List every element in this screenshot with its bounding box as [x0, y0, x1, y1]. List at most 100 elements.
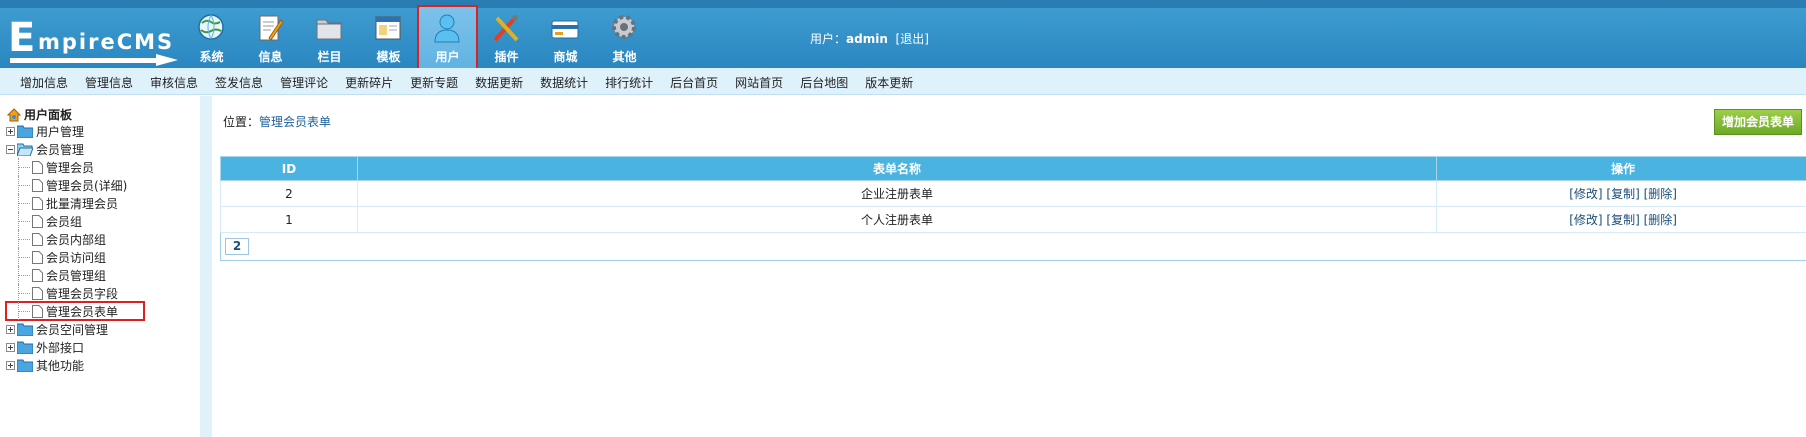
tree-leaf-member-access-groups[interactable]: 会员访问组 [6, 248, 196, 266]
nav-version-update[interactable]: 版本更新 [865, 74, 913, 91]
user-info: 用户：admin [退出] [810, 30, 929, 47]
menu-column[interactable]: 栏目 [300, 6, 359, 68]
nav-update-fragments[interactable]: 更新碎片 [345, 74, 393, 91]
main-menu: 系统 信息 栏目 模板 用户 插件 商城 其他 [182, 5, 654, 87]
tree-node-label: 用户管理 [36, 124, 85, 139]
nav-admin-map[interactable]: 后台地图 [800, 74, 848, 91]
logo-initial: E [8, 15, 36, 61]
folder-icon [17, 323, 33, 336]
tree-leaf-manage-members[interactable]: 管理会员 [6, 158, 196, 176]
table-row: 1 个人注册表单 [修改] [复制] [删除] [220, 206, 1806, 233]
tree-leaf-label: 会员访问组 [46, 250, 107, 265]
menu-label: 插件 [494, 50, 519, 64]
document-icon [32, 232, 43, 246]
menu-label: 其他 [612, 50, 637, 64]
folder-icon [316, 19, 342, 40]
tree-node-member-manage[interactable]: 会员管理 [6, 140, 196, 158]
document-icon [32, 286, 43, 300]
edit-link[interactable]: [修改] [1569, 187, 1602, 201]
expand-toggle-icon[interactable] [6, 360, 15, 370]
col-header-actions: 操作 [1436, 156, 1806, 181]
add-member-form-button[interactable]: 增加会员表单 [1714, 109, 1802, 135]
tree-title: 用户面板 [7, 106, 72, 123]
left-tree-panel: 用户面板 用户管理 会员管理 管理会员 管理会员(详细) 批量清理会员 会员组 … [0, 96, 200, 437]
tree-leaf-member-internal-groups[interactable]: 会员内部组 [6, 230, 196, 248]
cell-actions: [修改] [复制] [删除] [1436, 180, 1806, 207]
tree-node-label: 会员管理 [36, 142, 85, 157]
window-template-icon [375, 16, 401, 40]
tree-node-user-manage[interactable]: 用户管理 [6, 122, 196, 140]
menu-template[interactable]: 模板 [359, 6, 418, 68]
nav-manage-comments[interactable]: 管理评论 [280, 74, 328, 91]
col-header-form-name: 表单名称 [356, 156, 1438, 181]
cell-id: 2 [220, 180, 358, 207]
shop-card-icon [551, 20, 579, 39]
folder-icon [17, 125, 33, 138]
menu-plugin[interactable]: 插件 [477, 6, 536, 68]
nav-add-info[interactable]: 增加信息 [20, 74, 68, 91]
delete-link[interactable]: [删除] [1644, 213, 1677, 227]
table-row: 2 企业注册表单 [修改] [复制] [删除] [220, 180, 1806, 207]
logout-link[interactable]: [退出] [896, 32, 929, 46]
nav-review-info[interactable]: 审核信息 [150, 74, 198, 91]
frame-splitter[interactable] [200, 96, 212, 437]
nav-admin-home[interactable]: 后台首页 [670, 74, 718, 91]
tree-node-member-space[interactable]: 会员空间管理 [6, 320, 196, 338]
breadcrumb-link[interactable]: 管理会员表单 [259, 115, 331, 129]
tree-leaf-member-groups[interactable]: 会员组 [6, 212, 196, 230]
menu-other[interactable]: 其他 [595, 6, 654, 68]
tree-leaf-label: 管理会员表单 [46, 304, 119, 319]
tree-leaf-label: 管理会员 [46, 160, 95, 175]
edit-link[interactable]: [修改] [1569, 213, 1602, 227]
menu-system[interactable]: 系统 [182, 6, 241, 68]
col-header-id: ID [220, 156, 358, 181]
nav-data-update[interactable]: 数据更新 [475, 74, 523, 91]
menu-info[interactable]: 信息 [241, 6, 300, 68]
document-icon [32, 160, 43, 174]
logo-arrow [156, 54, 178, 66]
menu-label: 栏目 [317, 50, 342, 64]
cell-id: 1 [220, 206, 358, 233]
logo-underline [10, 58, 160, 63]
tree-leaf-manage-members-detail[interactable]: 管理会员(详细) [6, 176, 196, 194]
breadcrumb: 位置：管理会员表单 [223, 113, 331, 130]
collapse-toggle-icon[interactable] [6, 144, 15, 154]
tree-leaf-label: 会员管理组 [46, 268, 107, 283]
delete-link[interactable]: [删除] [1644, 187, 1677, 201]
copy-link[interactable]: [复制] [1606, 187, 1639, 201]
document-icon [32, 250, 43, 264]
tree-leaf-label: 管理会员(详细) [46, 178, 128, 193]
user-prefix: 用户： [810, 32, 847, 46]
tree-node-other-functions[interactable]: 其他功能 [6, 356, 196, 374]
page-number[interactable]: 2 [225, 238, 249, 255]
tree-leaf-manage-member-forms[interactable]: 管理会员表单 [5, 301, 145, 321]
tree-leaf-member-admin-groups[interactable]: 会员管理组 [6, 266, 196, 284]
nav-data-stats[interactable]: 数据统计 [540, 74, 588, 91]
tree-leaf-manage-member-fields[interactable]: 管理会员字段 [6, 284, 196, 302]
nav-site-home[interactable]: 网站首页 [735, 74, 783, 91]
menu-label: 系统 [199, 50, 224, 64]
cell-form-name: 企业注册表单 [356, 180, 1438, 207]
folder-icon [17, 341, 33, 354]
document-icon [32, 304, 43, 318]
expand-toggle-icon[interactable] [6, 342, 15, 352]
empirecms-logo[interactable]: E mpireCMS [8, 15, 178, 66]
nav-update-topics[interactable]: 更新专题 [410, 74, 458, 91]
copy-link[interactable]: [复制] [1606, 213, 1639, 227]
tree-leaf-bulk-clean-members[interactable]: 批量清理会员 [6, 194, 196, 212]
nav-manage-info[interactable]: 管理信息 [85, 74, 133, 91]
tree-node-external-api[interactable]: 外部接口 [6, 338, 196, 356]
tree-leaf-label: 批量清理会员 [46, 196, 119, 211]
folder-open-icon [17, 143, 33, 156]
gear-icon [612, 15, 636, 39]
expand-toggle-icon[interactable] [6, 324, 15, 334]
tree-leaf-label: 会员组 [46, 214, 83, 229]
table-header-row: ID 表单名称 操作 [220, 156, 1806, 181]
menu-label: 信息 [258, 50, 283, 64]
nav-sign-info[interactable]: 签发信息 [215, 74, 263, 91]
menu-shop[interactable]: 商城 [536, 6, 595, 68]
globe-icon [198, 14, 224, 40]
nav-rank-stats[interactable]: 排行统计 [605, 74, 653, 91]
expand-toggle-icon[interactable] [6, 126, 15, 136]
breadcrumb-label: 位置： [223, 115, 260, 129]
